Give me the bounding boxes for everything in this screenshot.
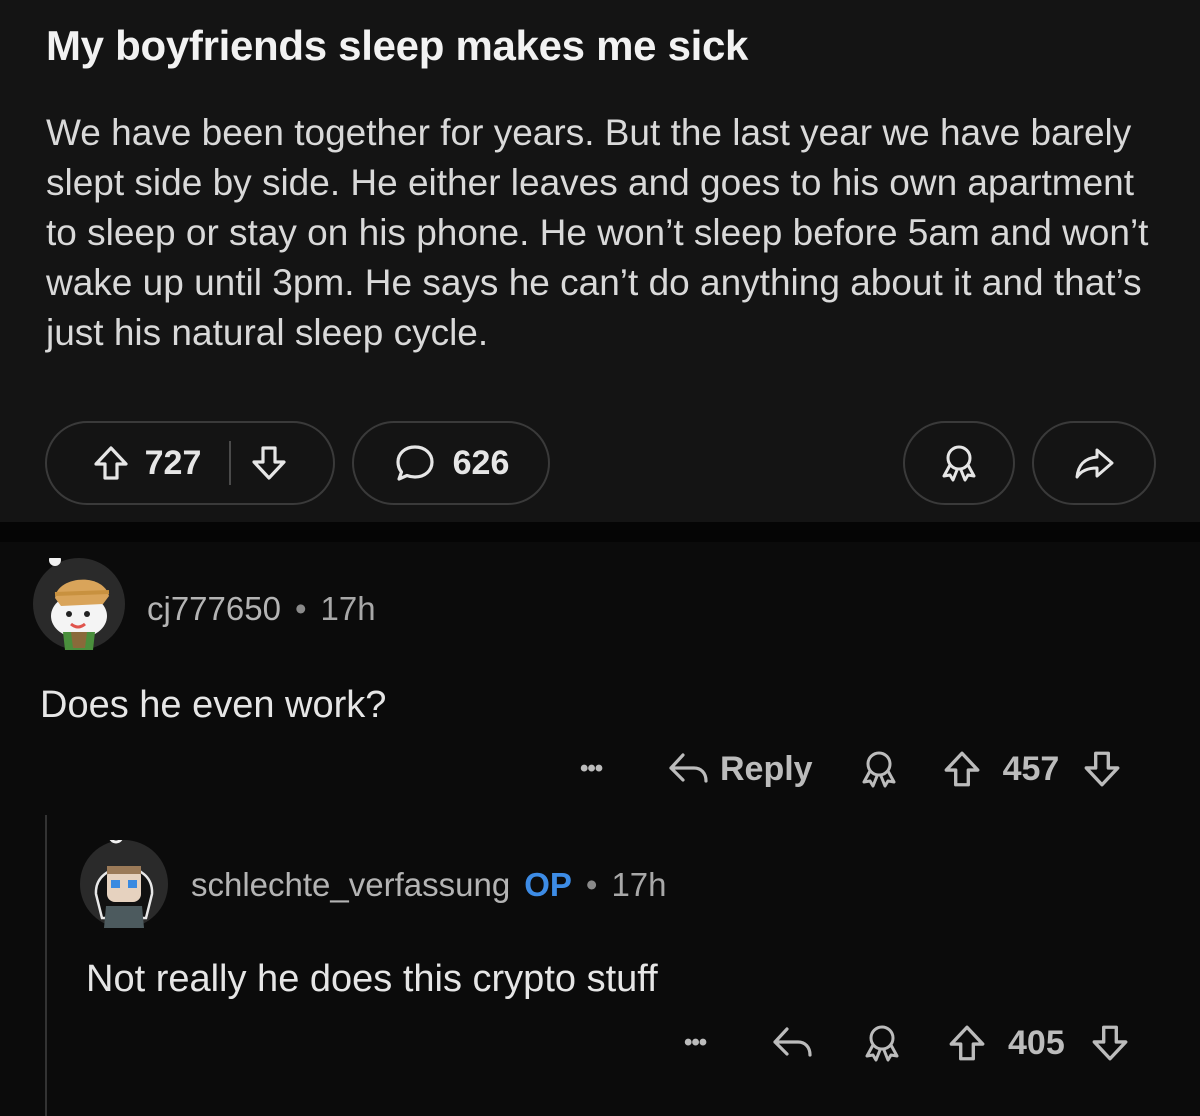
comments-button[interactable]: 626 bbox=[352, 421, 550, 505]
downvote-button[interactable] bbox=[1089, 1022, 1131, 1064]
snoo-avatar-icon bbox=[49, 554, 110, 650]
upvote-button[interactable] bbox=[941, 748, 983, 790]
award-ribbon-icon bbox=[942, 445, 976, 482]
reply-button[interactable] bbox=[770, 1021, 814, 1065]
award-button[interactable] bbox=[857, 747, 901, 791]
meta-dot: • bbox=[585, 866, 598, 903]
post-body: We have been together for years. But the… bbox=[46, 112, 1149, 353]
comment-username[interactable]: schlechte_verfassung bbox=[191, 866, 510, 904]
meta-dot: • bbox=[294, 590, 307, 627]
arrow-down-icon bbox=[1092, 1025, 1128, 1061]
more-options-button[interactable]: ••• bbox=[684, 1029, 724, 1057]
comment-text: Not really he does this crypto stuff bbox=[86, 958, 658, 1000]
post-card: My boyfriends sleep makes me sick We hav… bbox=[0, 0, 1200, 522]
upvote-button[interactable] bbox=[946, 1022, 988, 1064]
share-button[interactable] bbox=[1032, 421, 1156, 505]
share-arrow-icon bbox=[1075, 448, 1114, 479]
ellipsis-icon: ••• bbox=[580, 755, 603, 782]
award-ribbon-icon bbox=[862, 751, 896, 788]
comment-text: Does he even work? bbox=[40, 684, 387, 726]
avatar[interactable] bbox=[33, 554, 125, 650]
arrow-down-icon bbox=[1084, 751, 1120, 787]
comment-time: 17h bbox=[320, 590, 376, 627]
post-vote-count: 727 bbox=[144, 443, 202, 482]
comment-vote-count: 457 bbox=[1002, 749, 1060, 788]
comment-vote-count: 405 bbox=[1008, 1023, 1065, 1062]
comment-meta: schlechte_verfassung OP • 17h bbox=[191, 866, 667, 904]
ellipsis-icon: ••• bbox=[684, 1029, 707, 1056]
comment-username[interactable]: cj777650 bbox=[147, 590, 281, 628]
award-button[interactable] bbox=[903, 421, 1015, 505]
upvote-button[interactable] bbox=[91, 443, 131, 483]
op-badge: OP bbox=[524, 866, 572, 903]
thread-line bbox=[45, 815, 47, 1116]
arrow-up-icon bbox=[944, 751, 980, 787]
comment-actions: ••• Reply 457 bbox=[580, 744, 1123, 794]
comment-time: 17h bbox=[611, 866, 667, 903]
vote-divider bbox=[229, 441, 232, 485]
comment-actions: ••• 405 bbox=[684, 1018, 1131, 1068]
reply-button[interactable]: Reply bbox=[666, 747, 813, 791]
reply-arrow-icon bbox=[669, 753, 708, 783]
reply-label: Reply bbox=[720, 749, 813, 788]
speech-bubble-icon bbox=[396, 445, 434, 481]
arrow-up-icon bbox=[94, 446, 128, 480]
comment-count: 626 bbox=[452, 443, 510, 482]
award-button[interactable] bbox=[860, 1021, 904, 1065]
arrow-up-icon bbox=[949, 1025, 985, 1061]
arrow-down-icon bbox=[252, 446, 286, 480]
award-ribbon-icon bbox=[865, 1025, 899, 1062]
downvote-button[interactable] bbox=[1081, 748, 1123, 790]
comment-meta: cj777650 • 17h bbox=[147, 590, 376, 628]
post-vote-bar: 727 bbox=[45, 421, 335, 505]
snoo-avatar-icon bbox=[94, 828, 154, 928]
section-separator bbox=[0, 522, 1200, 542]
post-title: My boyfriends sleep makes me sick bbox=[46, 22, 749, 69]
more-options-button[interactable]: ••• bbox=[580, 755, 620, 783]
avatar[interactable] bbox=[80, 828, 168, 928]
reply-arrow-icon bbox=[773, 1027, 812, 1057]
downvote-button[interactable] bbox=[249, 443, 289, 483]
